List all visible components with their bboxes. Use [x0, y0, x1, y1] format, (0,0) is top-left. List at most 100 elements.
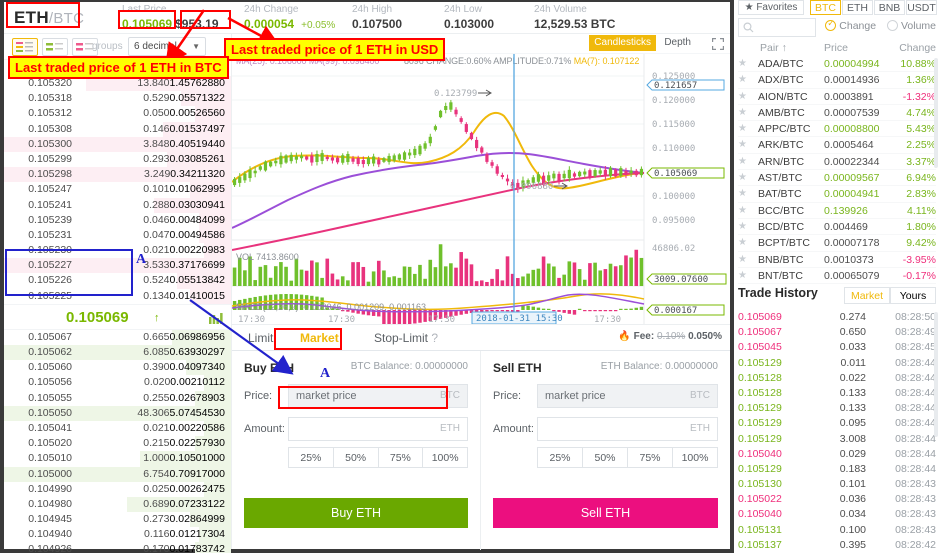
star-icon[interactable]: ★ — [738, 268, 758, 283]
order-book-row[interactable]: 0.105000 6.754 0.70917000 — [4, 466, 231, 482]
sell-pct-100[interactable]: 100% — [672, 447, 718, 468]
order-book-row[interactable]: 0.105050 48.306 5.07454530 — [4, 405, 231, 421]
sell-price-unit: BTC — [690, 390, 710, 401]
quote-tab-eth[interactable]: ETH — [842, 0, 873, 15]
market-list-item[interactable]: ★ APPC/BTC 0.00008800 5.43% — [738, 121, 936, 138]
order-book-row[interactable]: 0.104945 0.273 0.02864999 — [4, 512, 231, 528]
trade-amount: 0.650 — [839, 326, 866, 339]
star-icon[interactable]: ★ — [738, 105, 758, 120]
order-book-row[interactable]: 0.105300 3.848 0.40519440 — [4, 136, 231, 152]
market-list-item[interactable]: ★ AMB/BTC 0.00007539 4.74% — [738, 105, 936, 122]
market-list-item[interactable]: ★ AST/BTC 0.00009567 6.94% — [738, 170, 936, 187]
trade-amount: 0.022 — [839, 371, 866, 384]
order-book-row[interactable]: 0.104980 0.689 0.07233122 — [4, 496, 231, 513]
order-book-row[interactable]: 0.105231 0.047 0.00494586 — [4, 227, 231, 244]
order-book-row[interactable]: 0.105010 1.000 0.10501000 — [4, 451, 231, 467]
order-book-row[interactable]: 0.105056 0.020 0.00210112 — [4, 375, 231, 391]
help-icon[interactable]: ? — [431, 331, 438, 345]
quote-tab-bnb[interactable]: BNB — [874, 0, 905, 15]
buy-pct-100[interactable]: 100% — [422, 447, 468, 468]
sell-price-input[interactable]: market price BTC — [537, 384, 718, 408]
buy-pct-25[interactable]: 25% — [288, 447, 334, 468]
trade-history-row: 0.105131 0.100 08:28:43 — [738, 523, 936, 538]
price-tick-6: 0.095000 — [652, 216, 695, 226]
order-book-row[interactable]: 0.105239 0.046 0.00484099 — [4, 212, 231, 228]
order-book-row[interactable]: 0.104940 0.116 0.01217304 — [4, 527, 231, 543]
market-list-item[interactable]: ★ ARK/BTC 0.0005464 2.25% — [738, 137, 936, 154]
search-input[interactable] — [738, 18, 816, 37]
chart-canvas[interactable]: 0.123799 0.096880 0.125000 0.120000 0.11… — [232, 54, 730, 324]
order-book-row[interactable]: 0.105060 0.390 0.04097340 — [4, 360, 231, 376]
order-book-row[interactable]: 0.105067 0.665 0.06986956 — [4, 329, 231, 345]
view-both-icon[interactable] — [12, 38, 38, 56]
trade-history-tab-yours[interactable]: Yours — [890, 287, 936, 304]
sell-pct-75[interactable]: 75% — [627, 447, 673, 468]
market-list-item[interactable]: ★ BNT/BTC 0.00065079 -0.17% — [738, 268, 936, 285]
order-book-row[interactable]: 0.105312 0.050 0.00526560 — [4, 106, 231, 122]
fullscreen-icon[interactable] — [711, 37, 725, 53]
order-book-row[interactable]: 0.105241 0.288 0.03030941 — [4, 197, 231, 213]
market-list-item[interactable]: ★ ARN/BTC 0.00022344 3.37% — [738, 154, 936, 171]
star-icon[interactable]: ★ — [738, 154, 758, 169]
quote-tab-usdt[interactable]: USDT — [906, 0, 937, 15]
order-book-row[interactable]: 0.105041 0.021 0.00220586 — [4, 420, 231, 437]
trade-history-tab-market[interactable]: Market — [844, 287, 890, 304]
price-pill-top: 0.121657 — [646, 79, 725, 91]
quote-tab-btc[interactable]: BTC — [810, 0, 841, 15]
market-list-item[interactable]: ★ ADX/BTC 0.00014936 1.36% — [738, 72, 936, 89]
view-bids-icon[interactable] — [42, 38, 68, 56]
order-book-row[interactable]: 0.105247 0.101 0.01062995 — [4, 182, 231, 198]
order-book-row[interactable]: 0.105055 0.255 0.02678903 — [4, 390, 231, 406]
favorites-button[interactable]: ★ Favorites — [738, 0, 804, 15]
order-book-row[interactable]: 0.104926 0.170 0.01783742 — [4, 542, 231, 553]
sort-change-option[interactable]: Change — [825, 18, 876, 32]
star-icon[interactable]: ★ — [738, 121, 758, 136]
order-book-row[interactable]: 0.105062 6.085 0.63930297 — [4, 345, 231, 361]
order-book-row[interactable]: 0.105020 0.215 0.02257930 — [4, 436, 231, 452]
sell-pct-25[interactable]: 25% — [537, 447, 583, 468]
star-icon[interactable]: ★ — [738, 186, 758, 201]
buy-pct-75[interactable]: 75% — [377, 447, 424, 468]
market-scrollbar[interactable] — [934, 58, 938, 168]
order-book-row[interactable]: 0.104990 0.025 0.00262475 — [4, 481, 231, 497]
pair-highlight-box — [6, 2, 80, 28]
decimal-precision-select[interactable]: 6 decimal ▼ — [128, 37, 206, 56]
market-list-item[interactable]: ★ ADA/BTC 0.00004994 10.88% — [738, 56, 936, 73]
star-icon[interactable]: ★ — [738, 170, 758, 185]
trade-history-row: 0.105069 0.274 08:28:50 — [738, 310, 936, 325]
buy-pct-50[interactable]: 50% — [332, 447, 379, 468]
tab-depth[interactable]: Depth — [659, 35, 696, 51]
tab-stop-limit[interactable]: Stop-Limit ? — [362, 325, 450, 351]
market-list-item[interactable]: ★ BCC/BTC 0.139926 4.11% — [738, 203, 936, 219]
star-icon[interactable]: ★ — [738, 89, 758, 104]
sell-button[interactable]: Sell ETH — [493, 498, 718, 528]
star-icon[interactable]: ★ — [738, 219, 758, 234]
order-book-row[interactable]: 0.105298 3.249 0.34211320 — [4, 167, 231, 183]
market-list-item[interactable]: ★ AION/BTC 0.0003891 -1.32% — [738, 89, 936, 105]
market-col-change[interactable]: Change — [890, 42, 936, 54]
star-icon[interactable]: ★ — [738, 252, 758, 267]
sell-pct-50[interactable]: 50% — [582, 447, 628, 468]
buy-amount-input[interactable]: ETH — [288, 417, 468, 441]
star-icon[interactable]: ★ — [738, 56, 758, 71]
order-book-row[interactable]: 0.105308 0.146 0.01537497 — [4, 121, 231, 137]
star-icon[interactable]: ★ — [738, 137, 758, 152]
market-col-price[interactable]: Price — [824, 42, 890, 54]
tab-candlesticks[interactable]: Candlesticks — [589, 35, 656, 51]
star-icon[interactable]: ★ — [738, 72, 758, 87]
trade-history-scrollbar[interactable] — [934, 312, 938, 437]
market-list-item[interactable]: ★ BAT/BTC 0.00004941 2.83% — [738, 186, 936, 203]
order-book-row[interactable]: 0.105299 0.293 0.03085261 — [4, 151, 231, 168]
star-icon[interactable]: ★ — [738, 235, 758, 250]
market-list-item[interactable]: ★ BCPT/BTC 0.00007178 9.42% — [738, 235, 936, 252]
star-icon[interactable]: ★ — [738, 203, 758, 218]
sell-amount-input[interactable]: ETH — [537, 417, 718, 441]
buy-button[interactable]: Buy ETH — [244, 498, 468, 528]
depth-chart-icon[interactable] — [209, 312, 223, 327]
market-list-item[interactable]: ★ BNB/BTC 0.0010373 -3.95% — [738, 252, 936, 268]
market-list-item[interactable]: ★ BCD/BTC 0.004469 1.80% — [738, 219, 936, 236]
order-total: 0.06986956 — [169, 330, 225, 343]
order-book-row[interactable]: 0.105318 0.529 0.05571322 — [4, 91, 231, 107]
market-col-pair[interactable]: Pair ↑ — [738, 42, 824, 54]
sort-volume-option[interactable]: Volume — [886, 20, 936, 32]
